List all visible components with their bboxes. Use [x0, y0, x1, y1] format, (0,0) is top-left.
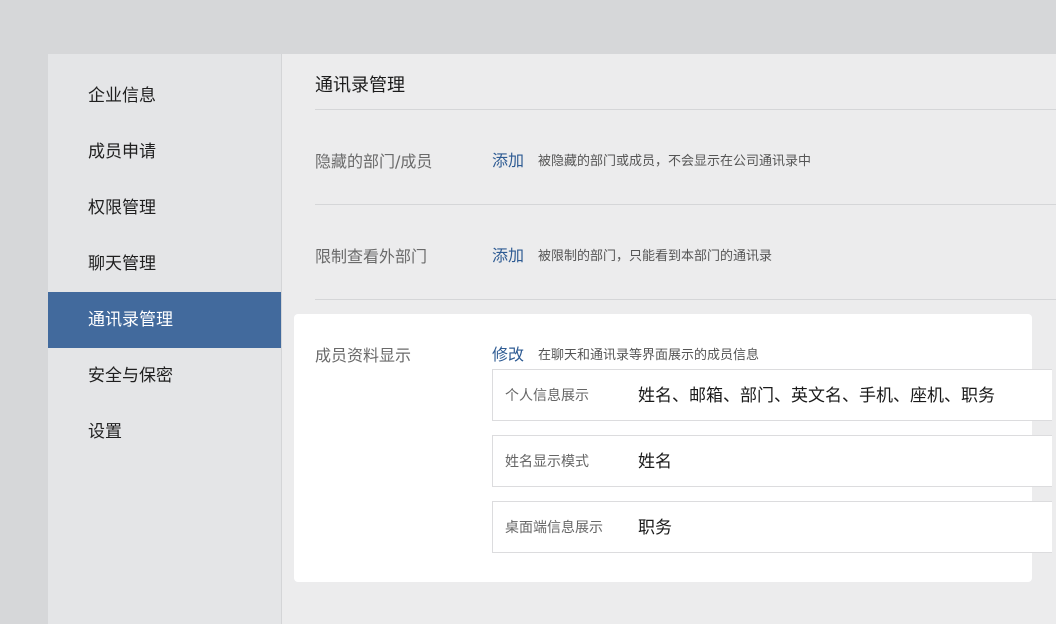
main-content: 通讯录管理 隐藏的部门/成员 添加 被隐藏的部门或成员，不会显示在公司通讯录中 … — [282, 54, 1056, 624]
admin-window: 企业信息 成员申请 权限管理 聊天管理 通讯录管理 安全与保密 设置 通讯录管理… — [48, 54, 1056, 624]
sidebar-item-settings[interactable]: 设置 — [48, 404, 281, 460]
sidebar: 企业信息 成员申请 权限管理 聊天管理 通讯录管理 安全与保密 设置 — [48, 54, 282, 624]
member-profile-label: 成员资料显示 — [315, 346, 412, 365]
sidebar-item-chat-management[interactable]: 聊天管理 — [48, 236, 281, 292]
profile-field-name-mode: 姓名显示模式 姓名 — [492, 435, 1052, 487]
add-hidden-members-button[interactable]: 添加 — [492, 147, 524, 171]
sidebar-item-member-requests[interactable]: 成员申请 — [48, 124, 281, 180]
field-key: 个人信息展示 — [505, 388, 589, 404]
hidden-members-label: 隐藏的部门/成员 — [315, 152, 433, 171]
hidden-members-desc: 被隐藏的部门或成员，不会显示在公司通讯录中 — [538, 154, 812, 169]
profile-field-desktop-info: 桌面端信息展示 职务 — [492, 501, 1052, 553]
sidebar-item-contacts-management[interactable]: 通讯录管理 — [48, 292, 281, 348]
divider — [315, 109, 1056, 110]
add-restricted-department-button[interactable]: 添加 — [492, 242, 524, 266]
edit-member-profile-button[interactable]: 修改 — [492, 341, 524, 365]
restrict-departments-label: 限制查看外部门 — [315, 247, 428, 266]
page-title: 通讯录管理 — [315, 75, 405, 96]
sidebar-item-company-info[interactable]: 企业信息 — [48, 68, 281, 124]
profile-field-personal-info: 个人信息展示 姓名、邮箱、部门、英文名、手机、座机、职务 — [492, 369, 1052, 421]
field-value: 职务 — [638, 518, 672, 538]
sidebar-item-permissions[interactable]: 权限管理 — [48, 180, 281, 236]
member-profile-desc: 在聊天和通讯录等界面展示的成员信息 — [538, 348, 760, 363]
field-value: 姓名、邮箱、部门、英文名、手机、座机、职务 — [638, 386, 995, 406]
divider — [315, 299, 1056, 300]
divider — [315, 204, 1056, 205]
restrict-departments-desc: 被限制的部门，只能看到本部门的通讯录 — [538, 249, 773, 264]
member-profile-card: 成员资料显示 修改 在聊天和通讯录等界面展示的成员信息 个人信息展示 姓名、邮箱… — [294, 314, 1052, 582]
field-value: 姓名 — [638, 452, 672, 472]
field-key: 姓名显示模式 — [505, 454, 589, 470]
sidebar-item-security[interactable]: 安全与保密 — [48, 348, 281, 404]
field-key: 桌面端信息展示 — [505, 520, 603, 536]
